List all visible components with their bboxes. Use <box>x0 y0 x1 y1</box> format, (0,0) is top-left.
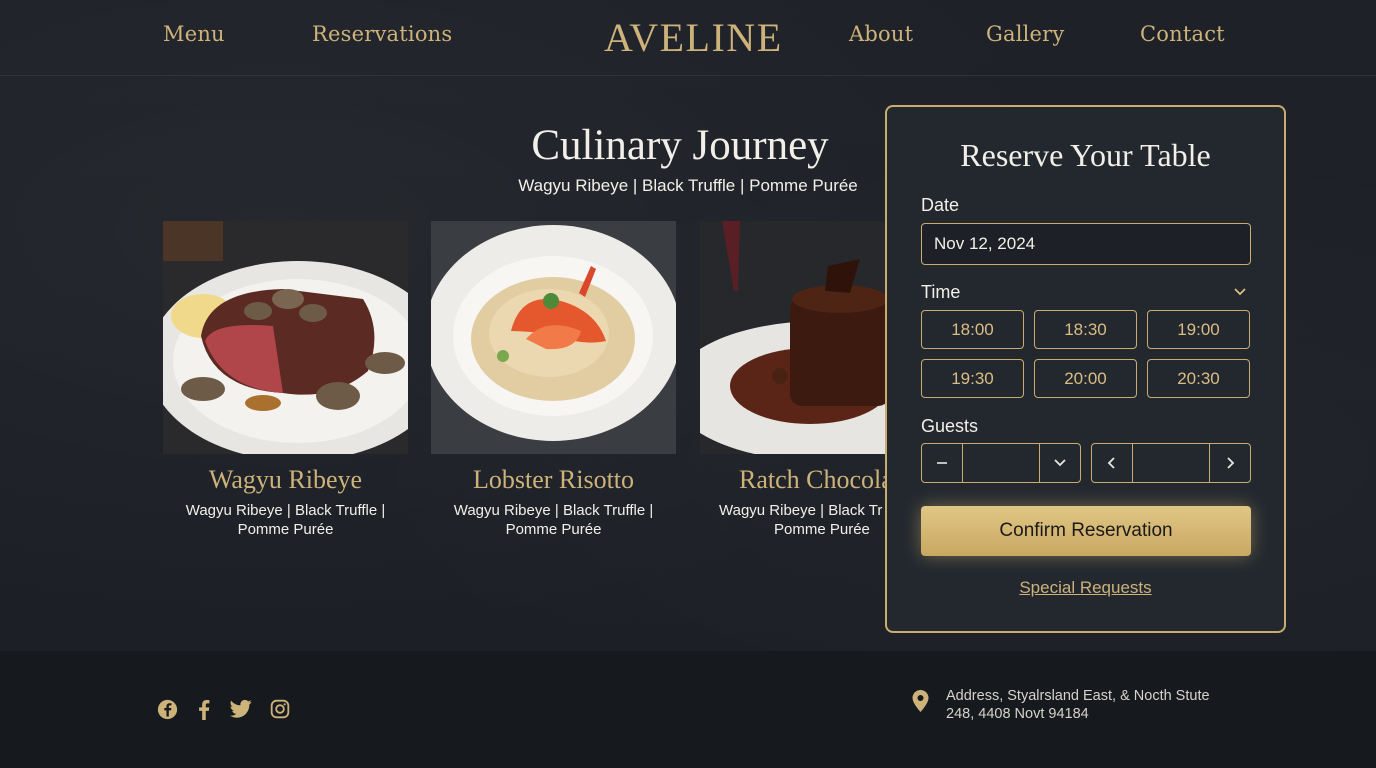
chevron-down-icon <box>1054 459 1066 467</box>
reservation-title: Reserve Your Table <box>960 137 1211 173</box>
guests-count-field[interactable] <box>962 444 1040 482</box>
chevron-right-icon <box>1227 457 1235 469</box>
minus-icon <box>937 462 947 464</box>
lobster-risotto-image <box>431 221 676 454</box>
dish-name: Wagyu Ribeye <box>208 465 363 494</box>
chevron-left-icon <box>1107 457 1115 469</box>
footer-address: Address, Styalrsland East, & Nocth Stute… <box>946 688 1210 722</box>
location-pin-icon <box>912 690 929 712</box>
nav-link-about[interactable]: About <box>849 22 913 46</box>
dish-name: Lobster Risotto <box>472 465 635 494</box>
guests-stepper <box>921 443 1081 483</box>
instagram-icon[interactable] <box>270 699 290 719</box>
next-button[interactable] <box>1210 444 1250 482</box>
nav-link-menu[interactable]: Menu <box>163 22 225 46</box>
dish-name: Ratch Chocola <box>739 465 886 494</box>
chevron-down-icon[interactable] <box>1233 287 1247 297</box>
dish-card-wagyu[interactable]: Wagyu Ribeye Wagyu Ribeye | Black Truffl… <box>163 221 408 539</box>
dish-card-chocolate[interactable]: Ratch Chocola Wagyu Ribeye | Black Tr Po… <box>700 221 886 539</box>
dish-description: Wagyu Ribeye | Black Truffle | Pomme Pur… <box>453 502 654 538</box>
time-slot-button[interactable]: 20:30 <box>1147 359 1250 398</box>
date-label: Date <box>921 195 960 215</box>
confirm-reservation-button[interactable]: Confirm Reservation <box>921 506 1251 556</box>
facebook-circle-icon[interactable] <box>157 699 178 720</box>
time-slot-button[interactable]: 18:30 <box>1034 310 1137 349</box>
brand-logo[interactable]: AVELINE <box>604 14 783 61</box>
date-field[interactable] <box>921 223 1251 265</box>
chocolate-cake-image <box>700 221 886 454</box>
hero-title: Culinary Journey <box>531 122 829 169</box>
guests-pager <box>1091 443 1251 483</box>
reservation-panel: Reserve Your Table Date Time 18:00 18:30… <box>885 105 1286 633</box>
special-requests-link[interactable]: Special Requests <box>887 578 1284 598</box>
nav-link-contact[interactable]: Contact <box>1140 22 1225 46</box>
time-slot-button[interactable]: 20:00 <box>1034 359 1137 398</box>
guests-dropdown-button[interactable] <box>1040 444 1080 482</box>
time-slot-button[interactable]: 19:30 <box>921 359 1024 398</box>
footer: Address, Styalrsland East, & Nocth Stute… <box>0 651 1376 768</box>
dish-description: Wagyu Ribeye | Black Truffle | Pomme Pur… <box>185 502 386 538</box>
time-label: Time <box>921 282 961 302</box>
time-slot-button[interactable]: 18:00 <box>921 310 1024 349</box>
facebook-icon[interactable] <box>196 699 212 720</box>
dish-description: Wagyu Ribeye | Black Tr Pomme Purée <box>719 502 883 538</box>
guests-label: Guests <box>921 416 979 436</box>
nav-link-gallery[interactable]: Gallery <box>986 22 1064 46</box>
steak-plate-image <box>163 221 408 454</box>
nav-link-reservations[interactable]: Reservations <box>312 22 452 46</box>
time-slot-button[interactable]: 19:00 <box>1147 310 1250 349</box>
twitter-icon[interactable] <box>230 699 252 719</box>
guests-value-field[interactable] <box>1132 444 1210 482</box>
dish-card-lobster-risotto[interactable]: Lobster Risotto Wagyu Ribeye | Black Tru… <box>431 221 676 539</box>
decrement-button[interactable] <box>922 444 962 482</box>
previous-button[interactable] <box>1092 444 1132 482</box>
top-navigation: Menu Reservations AVELINE About Gallery … <box>0 0 1376 76</box>
hero-subtitle: Wagyu Ribeye | Black Truffle | Pomme Pur… <box>518 176 858 195</box>
